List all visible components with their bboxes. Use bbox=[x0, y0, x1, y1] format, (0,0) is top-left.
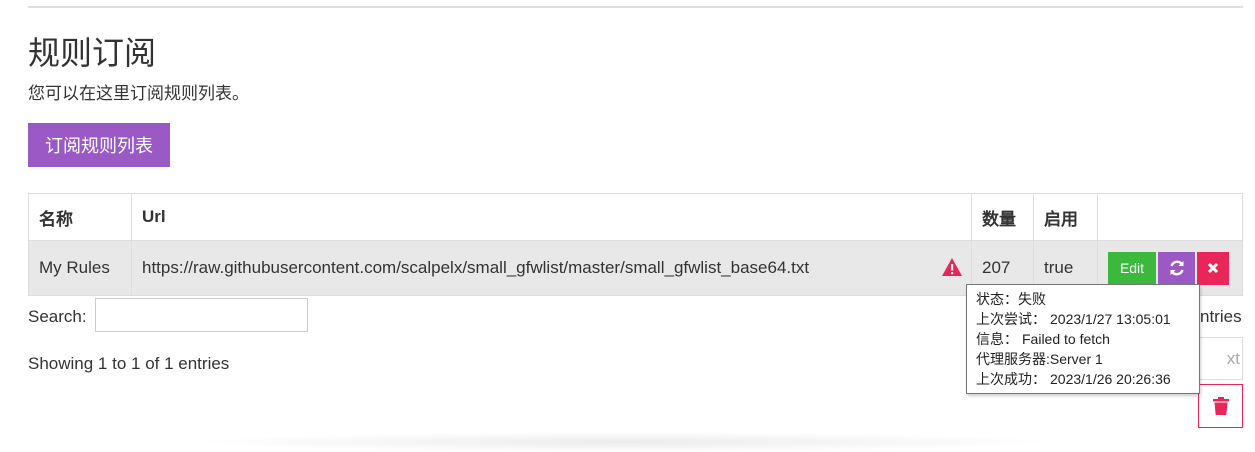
next-page-button[interactable]: xt bbox=[1198, 337, 1243, 380]
tooltip-last-try: 上次尝试： 2023/1/27 13:05:01 bbox=[976, 311, 1171, 327]
refresh-icon bbox=[1169, 260, 1184, 276]
tooltip-status: 状态：失败 bbox=[976, 291, 1046, 307]
delete-all-button[interactable] bbox=[1198, 384, 1243, 428]
close-icon bbox=[1207, 262, 1219, 274]
cell-name: My Rules bbox=[28, 240, 132, 296]
tooltip-proxy: 代理服务器:Server 1 bbox=[976, 351, 1103, 367]
cell-url: https://raw.githubusercontent.com/scalpe… bbox=[131, 240, 972, 296]
rules-table: 名称 Url 数量 启用 My Rules https://raw.github… bbox=[28, 193, 1243, 296]
header-enabled[interactable]: 启用 bbox=[1033, 193, 1098, 241]
status-tooltip: 状态：失败 上次尝试： 2023/1/27 13:05:01 信息： Failed … bbox=[966, 284, 1200, 394]
subscribe-rules-button[interactable]: 订阅规则列表 bbox=[28, 123, 170, 167]
trash-icon bbox=[1212, 397, 1229, 415]
page-title: 规则订阅 bbox=[28, 35, 157, 71]
header-url[interactable]: Url bbox=[131, 193, 972, 241]
tooltip-info: 信息： Failed to fetch bbox=[976, 331, 1110, 347]
footer-shadow bbox=[190, 432, 1060, 452]
refresh-button[interactable] bbox=[1158, 251, 1195, 285]
warning-icon[interactable] bbox=[941, 257, 963, 277]
entries-length-label: ntries bbox=[1200, 307, 1242, 326]
edit-button[interactable]: Edit bbox=[1108, 251, 1156, 285]
search-input[interactable] bbox=[95, 298, 308, 332]
page-subtitle: 您可以在这里订阅规则列表。 bbox=[28, 84, 249, 103]
header-count[interactable]: 数量 bbox=[971, 193, 1034, 241]
remove-button[interactable] bbox=[1197, 251, 1229, 285]
header-name[interactable]: 名称 bbox=[28, 193, 132, 241]
header-actions bbox=[1097, 193, 1243, 241]
table-header-row: 名称 Url 数量 启用 bbox=[28, 193, 1243, 241]
pagination-info: Showing 1 to 1 of 1 entries bbox=[28, 354, 230, 373]
url-text: https://raw.githubusercontent.com/scalpe… bbox=[142, 258, 810, 277]
tooltip-last-success: 上次成功： 2023/1/26 20:26:36 bbox=[976, 371, 1171, 387]
search-label: Search: bbox=[28, 307, 87, 326]
top-divider bbox=[28, 6, 1243, 8]
